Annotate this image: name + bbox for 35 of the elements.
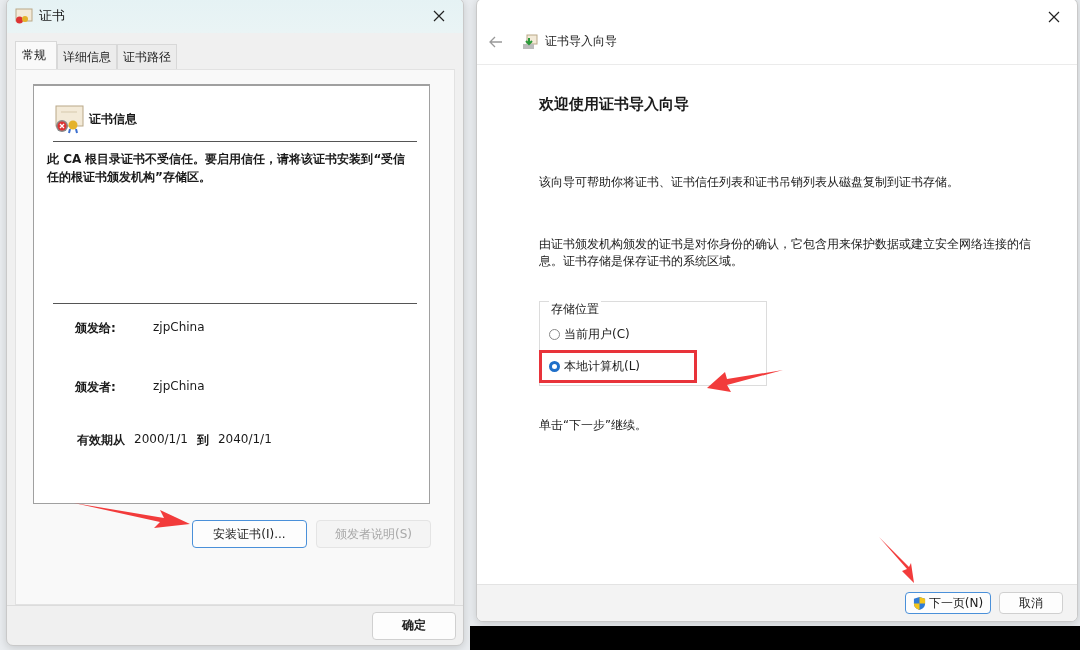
radio-option[interactable]: 当前用户(C) bbox=[549, 321, 630, 348]
warning-text: 此 CA 根目录证书不受信任。要启用信任，请将该证书安装到“受信任的根证书颁发机构”存储区。 bbox=[47, 151, 407, 186]
radio-button[interactable] bbox=[549, 361, 560, 372]
section-heading: 证书信息 bbox=[89, 110, 137, 128]
back-arrow-icon[interactable] bbox=[489, 35, 503, 48]
annotation-arrow bbox=[877, 535, 917, 585]
page-heading: 欢迎使用证书导入向导 bbox=[539, 95, 690, 114]
radio-option[interactable]: 本地计算机(L) bbox=[549, 353, 641, 380]
tab[interactable]: 常规 bbox=[15, 41, 57, 69]
field-value: 2040/1/1 bbox=[217, 432, 272, 448]
ok-button[interactable]: 确定 bbox=[372, 611, 456, 640]
certificate-import-icon bbox=[522, 33, 538, 50]
cancel-button[interactable]: 取消 bbox=[999, 592, 1063, 614]
field-label: 颁发给: bbox=[75, 320, 117, 337]
radio-label: 本地计算机(L) bbox=[564, 358, 641, 375]
field-value: zjpChina bbox=[153, 320, 205, 336]
group-label: 存储位置 bbox=[549, 301, 601, 318]
hint-text: 单击“下一步”继续。 bbox=[539, 418, 648, 433]
tab[interactable]: 详细信息 bbox=[57, 44, 117, 69]
window-title: 证书导入向导 bbox=[545, 33, 617, 50]
field-label: 颁发者: bbox=[75, 379, 117, 396]
tab[interactable]: 证书路径 bbox=[117, 44, 177, 69]
radio-label: 当前用户(C) bbox=[564, 326, 630, 343]
certificate-icon bbox=[53, 104, 85, 134]
next-button[interactable]: 下一页(N) bbox=[905, 592, 991, 614]
install-certificate-button[interactable]: 安装证书(I)... bbox=[192, 520, 307, 548]
field-value: zjpChina bbox=[153, 379, 205, 395]
description-text: 由证书颁发机构颁发的证书是对你身份的确认，它包含用来保护数据或建立安全网络连接的信息。证书存储是保存证书的系统区域。 bbox=[539, 236, 1032, 270]
field-value: 2000/1/1 bbox=[134, 432, 188, 448]
window-title: 证书 bbox=[39, 7, 66, 25]
certificate-icon bbox=[15, 8, 33, 24]
field-label: 到 bbox=[196, 432, 209, 449]
description-text: 该向导可帮助你将证书、证书信任列表和证书吊销列表从磁盘复制到证书存储。 bbox=[539, 174, 960, 191]
field-label: 有效期从 bbox=[77, 432, 125, 449]
shield-icon bbox=[912, 595, 926, 611]
